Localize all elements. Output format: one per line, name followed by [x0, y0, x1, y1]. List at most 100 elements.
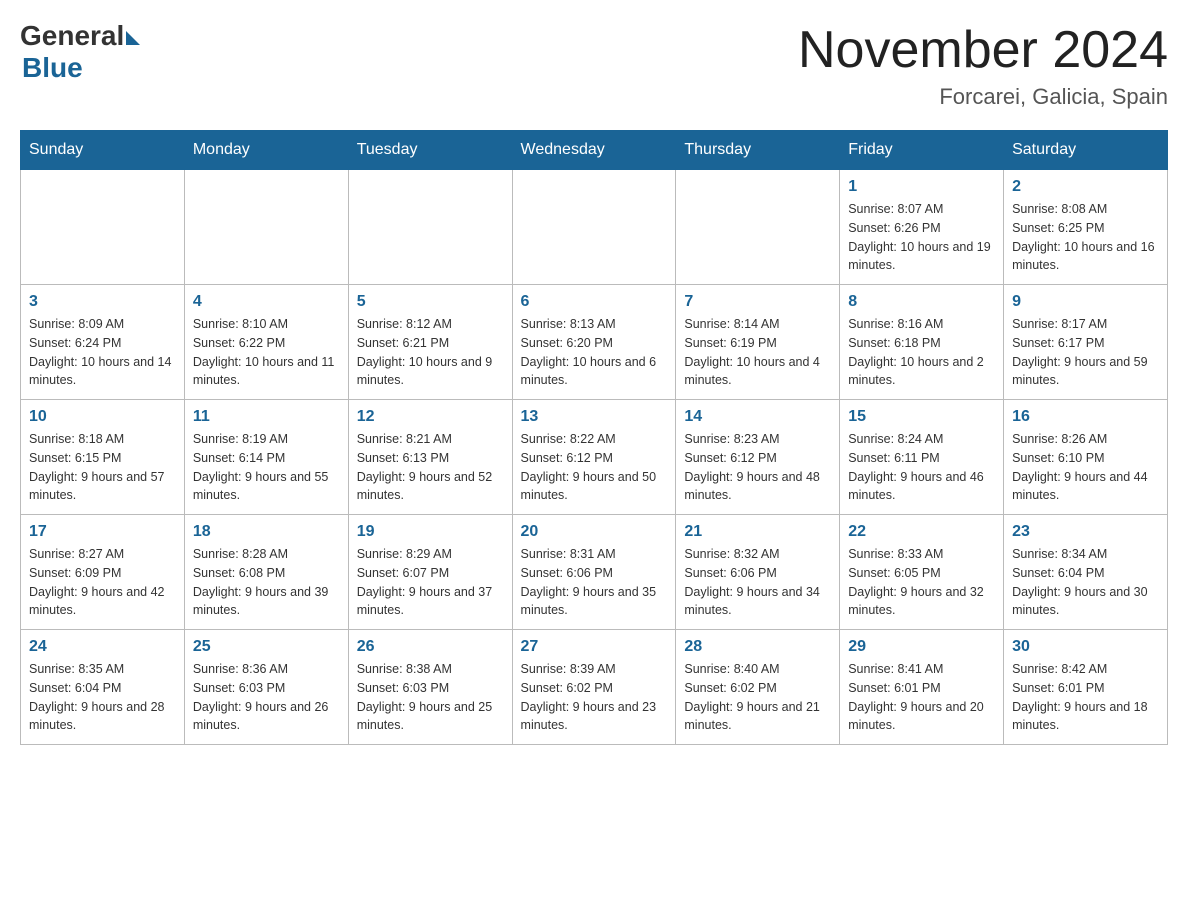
- day-info: Sunrise: 8:28 AMSunset: 6:08 PMDaylight:…: [193, 545, 340, 620]
- calendar-header-thursday: Thursday: [676, 131, 840, 170]
- day-info: Sunrise: 8:07 AMSunset: 6:26 PMDaylight:…: [848, 200, 995, 275]
- calendar-cell: 27 Sunrise: 8:39 AMSunset: 6:02 PMDayligh…: [512, 630, 676, 745]
- calendar-cell: 17 Sunrise: 8:27 AMSunset: 6:09 PMDayligh…: [21, 515, 185, 630]
- day-info: Sunrise: 8:18 AMSunset: 6:15 PMDaylight:…: [29, 430, 176, 505]
- day-info: Sunrise: 8:31 AMSunset: 6:06 PMDaylight:…: [521, 545, 668, 620]
- day-number: 5: [357, 293, 504, 311]
- calendar-cell: 15Sunrise: 8:24 AMSunset: 6:11 PMDayligh…: [840, 400, 1004, 515]
- day-info: Sunrise: 8:08 AMSunset: 6:25 PMDaylight:…: [1012, 200, 1159, 275]
- calendar-cell: 19Sunrise: 8:29 AMSunset: 6:07 PMDayligh…: [348, 515, 512, 630]
- location-title: Forcarei, Galicia, Spain: [798, 84, 1168, 110]
- day-info: Sunrise: 8:12 AMSunset: 6:21 PMDaylight:…: [357, 315, 504, 390]
- day-info: Sunrise: 8:42 AMSunset: 6:01 PMDaylight:…: [1012, 660, 1159, 735]
- calendar-cell: 23Sunrise: 8:34 AMSunset: 6:04 PMDayligh…: [1004, 515, 1168, 630]
- day-info: Sunrise: 8:35 AMSunset: 6:04 PMDaylight:…: [29, 660, 176, 735]
- day-info: Sunrise: 8:33 AMSunset: 6:05 PMDaylight:…: [848, 545, 995, 620]
- calendar-cell: [184, 170, 348, 285]
- calendar-header-friday: Friday: [840, 131, 1004, 170]
- day-info: Sunrise: 8:41 AMSunset: 6:01 PMDaylight:…: [848, 660, 995, 735]
- day-number: 11: [193, 408, 340, 426]
- calendar-cell: 26 Sunrise: 8:38 AMSunset: 6:03 PMDayligh…: [348, 630, 512, 745]
- day-info: Sunrise: 8:39 AMSunset: 6:02 PMDaylight:…: [521, 660, 668, 735]
- calendar-cell: [21, 170, 185, 285]
- week-row-4: 24 Sunrise: 8:35 AMSunset: 6:04 PMDayligh…: [21, 630, 1168, 745]
- day-number: 10: [29, 408, 176, 426]
- day-number: 25: [193, 638, 340, 656]
- day-info: Sunrise: 8:10 AMSunset: 6:22 PMDaylight:…: [193, 315, 340, 390]
- day-number: 9: [1012, 293, 1159, 311]
- calendar-cell: [676, 170, 840, 285]
- day-info: Sunrise: 8:24 AMSunset: 6:11 PMDaylight:…: [848, 430, 995, 505]
- day-number: 19: [357, 523, 504, 541]
- logo-blue-text: Blue: [22, 52, 83, 84]
- calendar-cell: 9Sunrise: 8:17 AMSunset: 6:17 PMDaylight…: [1004, 285, 1168, 400]
- day-info: Sunrise: 8:13 AMSunset: 6:20 PMDaylight:…: [521, 315, 668, 390]
- day-number: 2: [1012, 178, 1159, 196]
- day-number: 26: [357, 638, 504, 656]
- logo-blue-part: [124, 27, 140, 45]
- calendar-cell: 12 Sunrise: 8:21 AMSunset: 6:13 PMDayligh…: [348, 400, 512, 515]
- day-number: 24: [29, 638, 176, 656]
- day-info: Sunrise: 8:36 AMSunset: 6:03 PMDaylight:…: [193, 660, 340, 735]
- day-info: Sunrise: 8:27 AMSunset: 6:09 PMDaylight:…: [29, 545, 176, 620]
- calendar-cell: 14 Sunrise: 8:23 AMSunset: 6:12 PMDayligh…: [676, 400, 840, 515]
- calendar-header-row: SundayMondayTuesdayWednesdayThursdayFrid…: [21, 131, 1168, 170]
- title-area: November 2024 Forcarei, Galicia, Spain: [798, 20, 1168, 110]
- calendar-cell: 4 Sunrise: 8:10 AMSunset: 6:22 PMDaylight…: [184, 285, 348, 400]
- calendar: SundayMondayTuesdayWednesdayThursdayFrid…: [20, 130, 1168, 745]
- day-number: 20: [521, 523, 668, 541]
- day-number: 30: [1012, 638, 1159, 656]
- calendar-cell: 22 Sunrise: 8:33 AMSunset: 6:05 PMDayligh…: [840, 515, 1004, 630]
- calendar-cell: 3 Sunrise: 8:09 AMSunset: 6:24 PMDaylight…: [21, 285, 185, 400]
- calendar-cell: 29 Sunrise: 8:41 AMSunset: 6:01 PMDayligh…: [840, 630, 1004, 745]
- day-info: Sunrise: 8:32 AMSunset: 6:06 PMDaylight:…: [684, 545, 831, 620]
- day-number: 6: [521, 293, 668, 311]
- day-number: 12: [357, 408, 504, 426]
- day-number: 28: [684, 638, 831, 656]
- day-info: Sunrise: 8:21 AMSunset: 6:13 PMDaylight:…: [357, 430, 504, 505]
- logo-arrow-icon: [126, 31, 140, 45]
- day-number: 22: [848, 523, 995, 541]
- calendar-cell: 6 Sunrise: 8:13 AMSunset: 6:20 PMDaylight…: [512, 285, 676, 400]
- day-info: Sunrise: 8:40 AMSunset: 6:02 PMDaylight:…: [684, 660, 831, 735]
- day-info: Sunrise: 8:19 AMSunset: 6:14 PMDaylight:…: [193, 430, 340, 505]
- calendar-cell: 10 Sunrise: 8:18 AMSunset: 6:15 PMDayligh…: [21, 400, 185, 515]
- day-info: Sunrise: 8:09 AMSunset: 6:24 PMDaylight:…: [29, 315, 176, 390]
- calendar-header-monday: Monday: [184, 131, 348, 170]
- day-info: Sunrise: 8:38 AMSunset: 6:03 PMDaylight:…: [357, 660, 504, 735]
- calendar-cell: 20 Sunrise: 8:31 AMSunset: 6:06 PMDayligh…: [512, 515, 676, 630]
- day-number: 14: [684, 408, 831, 426]
- calendar-cell: 7Sunrise: 8:14 AMSunset: 6:19 PMDaylight…: [676, 285, 840, 400]
- day-number: 16: [1012, 408, 1159, 426]
- day-number: 23: [1012, 523, 1159, 541]
- calendar-cell: 16 Sunrise: 8:26 AMSunset: 6:10 PMDayligh…: [1004, 400, 1168, 515]
- week-row-3: 17 Sunrise: 8:27 AMSunset: 6:09 PMDayligh…: [21, 515, 1168, 630]
- calendar-cell: 21 Sunrise: 8:32 AMSunset: 6:06 PMDayligh…: [676, 515, 840, 630]
- day-number: 3: [29, 293, 176, 311]
- logo: General Blue: [20, 20, 140, 84]
- day-info: Sunrise: 8:23 AMSunset: 6:12 PMDaylight:…: [684, 430, 831, 505]
- calendar-cell: 28 Sunrise: 8:40 AMSunset: 6:02 PMDayligh…: [676, 630, 840, 745]
- day-info: Sunrise: 8:22 AMSunset: 6:12 PMDaylight:…: [521, 430, 668, 505]
- month-title: November 2024: [798, 20, 1168, 80]
- calendar-cell: 11 Sunrise: 8:19 AMSunset: 6:14 PMDayligh…: [184, 400, 348, 515]
- day-number: 8: [848, 293, 995, 311]
- day-number: 27: [521, 638, 668, 656]
- logo-general-text: General: [20, 20, 124, 52]
- calendar-cell: 30 Sunrise: 8:42 AMSunset: 6:01 PMDayligh…: [1004, 630, 1168, 745]
- day-number: 17: [29, 523, 176, 541]
- day-number: 29: [848, 638, 995, 656]
- calendar-cell: [348, 170, 512, 285]
- calendar-header-sunday: Sunday: [21, 131, 185, 170]
- calendar-cell: 2 Sunrise: 8:08 AMSunset: 6:25 PMDaylight…: [1004, 170, 1168, 285]
- calendar-cell: 1Sunrise: 8:07 AMSunset: 6:26 PMDaylight…: [840, 170, 1004, 285]
- day-number: 21: [684, 523, 831, 541]
- day-number: 4: [193, 293, 340, 311]
- calendar-cell: 25 Sunrise: 8:36 AMSunset: 6:03 PMDayligh…: [184, 630, 348, 745]
- day-number: 7: [684, 293, 831, 311]
- day-number: 13: [521, 408, 668, 426]
- calendar-cell: 24 Sunrise: 8:35 AMSunset: 6:04 PMDayligh…: [21, 630, 185, 745]
- day-info: Sunrise: 8:26 AMSunset: 6:10 PMDaylight:…: [1012, 430, 1159, 505]
- calendar-cell: 18Sunrise: 8:28 AMSunset: 6:08 PMDayligh…: [184, 515, 348, 630]
- week-row-2: 10 Sunrise: 8:18 AMSunset: 6:15 PMDayligh…: [21, 400, 1168, 515]
